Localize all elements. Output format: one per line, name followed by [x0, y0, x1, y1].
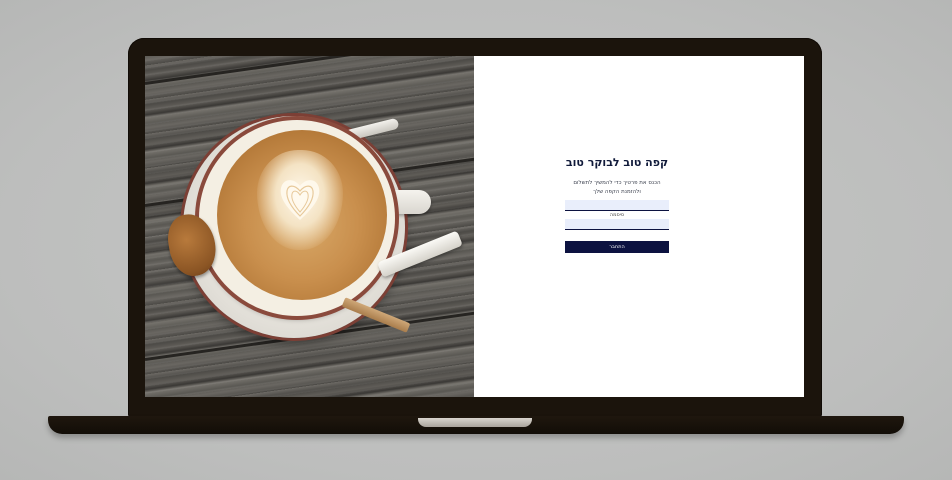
- login-panel: קפה טוב לבוקר טוב הכנס את פרטיך כדי להמש…: [474, 56, 804, 397]
- login-description: הכנס את פרטיך כדי להמשיך לתשלום ולהזמנת …: [573, 180, 661, 195]
- login-form: קפה טוב לבוקר טוב הכנס את פרטיך כדי להמש…: [565, 156, 669, 253]
- login-button[interactable]: התחבר: [565, 241, 669, 253]
- email-field[interactable]: [565, 200, 669, 211]
- laptop-screen: קפה טוב לבוקר טוב הכנס את פרטיך כדי להמש…: [145, 56, 804, 397]
- password-label: סיסמה: [609, 212, 625, 218]
- coffee-photo: [145, 56, 474, 397]
- mockup-background: קפה טוב לבוקר טוב הכנס את פרטיך כדי להמש…: [0, 0, 952, 480]
- latte-heart-icon: [280, 180, 320, 220]
- page-title: קפה טוב לבוקר טוב: [565, 156, 669, 169]
- password-field[interactable]: [565, 219, 669, 230]
- laptop-notch: [418, 418, 532, 427]
